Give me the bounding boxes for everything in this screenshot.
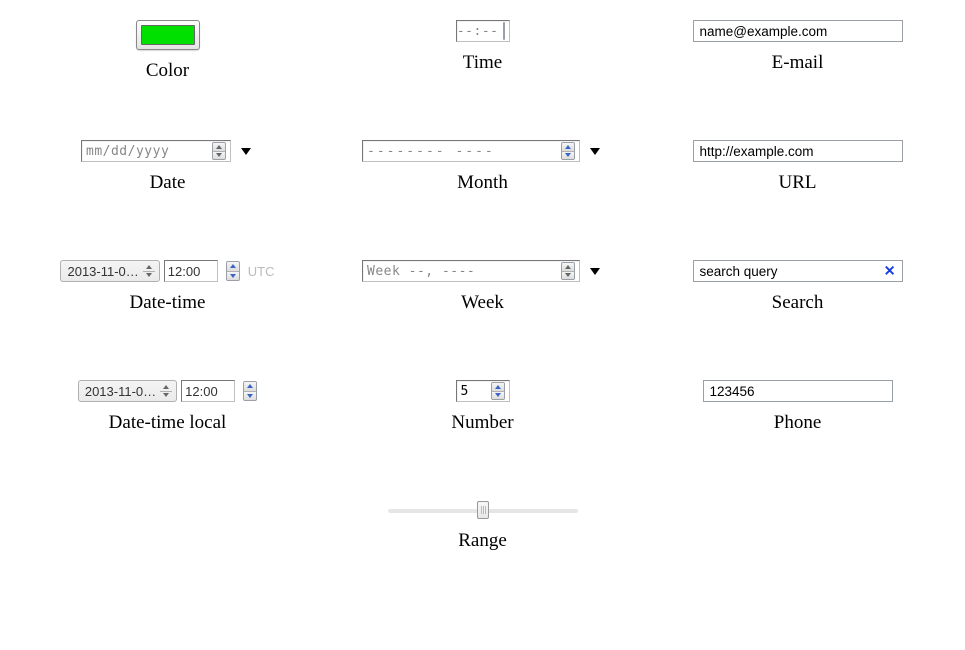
time-label: Time	[463, 52, 502, 74]
url-input[interactable]: http://example.com	[693, 140, 903, 162]
time-value: --:--	[457, 24, 499, 39]
datetime-time-value: 12:00	[168, 264, 214, 279]
datetime-date-spinner[interactable]	[143, 263, 155, 279]
number-spinner[interactable]	[491, 382, 505, 400]
datetime-local-date-input[interactable]: 2013-11-0…	[78, 380, 177, 402]
spinner-up-icon[interactable]	[562, 263, 574, 271]
number-input[interactable]: 5	[456, 380, 510, 402]
spinner-down-icon[interactable]	[562, 271, 574, 280]
datetime-local-time-spinner[interactable]	[243, 381, 257, 401]
email-input[interactable]: name@example.com	[693, 20, 903, 42]
month-dropdown-icon[interactable]	[587, 141, 603, 161]
time-input[interactable]: --:--	[456, 20, 510, 42]
spinner-down-icon[interactable]	[143, 271, 155, 280]
email-label: E-mail	[772, 52, 824, 74]
search-input[interactable]: search query ✕	[693, 260, 903, 282]
week-label: Week	[461, 292, 504, 314]
range-cell: Range	[325, 500, 640, 620]
spinner-down-icon[interactable]	[562, 151, 574, 160]
color-swatch	[141, 25, 195, 45]
datetime-date-input[interactable]: 2013-11-0…	[60, 260, 159, 282]
date-label: Date	[150, 172, 186, 194]
email-cell: name@example.com E-mail	[640, 20, 955, 140]
datetime-tz: UTC	[248, 264, 275, 279]
month-label: Month	[457, 172, 508, 194]
datetime-local-date-spinner[interactable]	[160, 383, 172, 399]
datetime-label: Date-time	[130, 292, 206, 314]
datetime-local-time-input[interactable]: 12:00	[181, 380, 235, 402]
url-label: URL	[779, 172, 817, 194]
spinner-down-icon[interactable]	[213, 151, 225, 160]
datetime-local-date-value: 2013-11-0…	[85, 384, 156, 399]
datetime-local-label: Date-time local	[109, 412, 227, 434]
month-cell: -------- ---- Month	[325, 140, 640, 260]
datetime-date-value: 2013-11-0…	[67, 264, 138, 279]
url-cell: http://example.com URL	[640, 140, 955, 260]
month-value: -------- ----	[367, 144, 557, 159]
range-thumb[interactable]	[477, 501, 489, 519]
color-input[interactable]	[136, 20, 200, 50]
search-cell: search query ✕ Search	[640, 260, 955, 380]
color-label: Color	[146, 60, 189, 82]
datetime-time-spinner[interactable]	[226, 261, 240, 281]
spinner-up-icon[interactable]	[244, 382, 256, 391]
color-cell: Color	[10, 20, 325, 140]
spinner-up-icon[interactable]	[143, 263, 155, 271]
email-value: name@example.com	[700, 24, 828, 39]
phone-cell: 123456 Phone	[640, 380, 955, 500]
time-cell: --:-- Time	[325, 20, 640, 140]
search-label: Search	[772, 292, 824, 314]
date-cell: mm/dd/yyyy Date	[10, 140, 325, 260]
spinner-up-icon[interactable]	[562, 143, 574, 151]
week-value: Week --, ----	[367, 264, 557, 279]
phone-label: Phone	[774, 412, 822, 434]
spinner-up-icon[interactable]	[492, 383, 504, 391]
phone-input[interactable]: 123456	[703, 380, 893, 402]
date-spinner[interactable]	[212, 142, 226, 160]
range-label: Range	[458, 530, 507, 552]
date-dropdown-icon[interactable]	[238, 141, 254, 161]
spinner-down-icon[interactable]	[492, 391, 504, 400]
phone-value: 123456	[710, 384, 755, 399]
spinner-up-icon[interactable]	[227, 262, 239, 271]
date-value: mm/dd/yyyy	[86, 144, 208, 159]
time-spinner[interactable]	[503, 22, 505, 40]
datetime-local-cell: 2013-11-0… 12:00 Date-time local	[10, 380, 325, 500]
week-input[interactable]: Week --, ----	[362, 260, 580, 282]
week-dropdown-icon[interactable]	[587, 261, 603, 281]
spinner-down-icon[interactable]	[227, 271, 239, 281]
number-value: 5	[461, 384, 469, 399]
spinner-down-icon[interactable]	[244, 391, 256, 401]
clear-icon[interactable]: ✕	[884, 263, 896, 280]
spinner-down-icon[interactable]	[160, 391, 172, 400]
range-input[interactable]	[388, 500, 578, 520]
month-spinner[interactable]	[561, 142, 575, 160]
month-input[interactable]: -------- ----	[362, 140, 580, 162]
datetime-cell: 2013-11-0… 12:00 UTC Date-time	[10, 260, 325, 380]
datetime-local-time-value: 12:00	[185, 384, 231, 399]
datetime-time-input[interactable]: 12:00	[164, 260, 218, 282]
spinner-up-icon[interactable]	[213, 143, 225, 151]
week-spinner[interactable]	[561, 262, 575, 280]
week-cell: Week --, ---- Week	[325, 260, 640, 380]
spinner-up-icon[interactable]	[160, 383, 172, 391]
date-input[interactable]: mm/dd/yyyy	[81, 140, 231, 162]
number-cell: 5 Number	[325, 380, 640, 500]
url-value: http://example.com	[700, 144, 814, 159]
number-label: Number	[451, 412, 513, 434]
search-value: search query	[700, 264, 778, 279]
